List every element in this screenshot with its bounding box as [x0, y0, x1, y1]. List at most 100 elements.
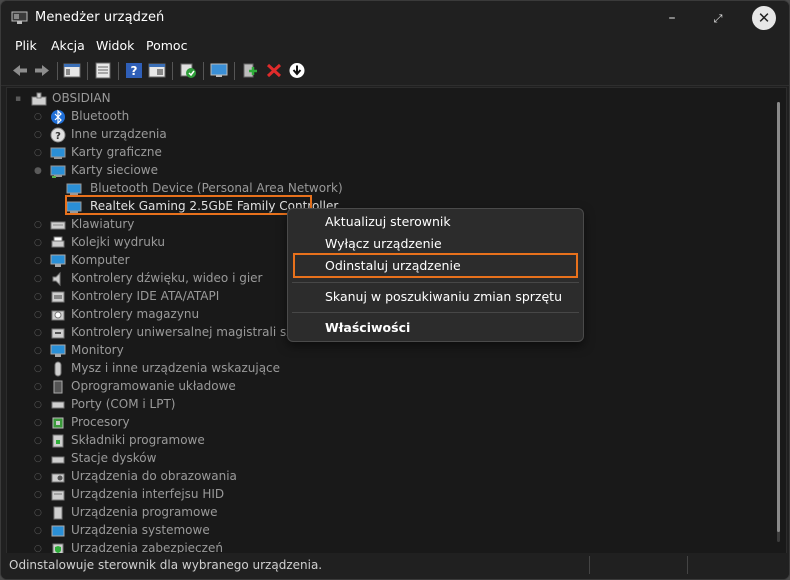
monitor-scan-icon[interactable] — [210, 62, 228, 79]
root-label: OBSIDIAN — [52, 91, 111, 105]
monitor-icon — [50, 344, 66, 357]
usb-controller-icon — [51, 328, 65, 339]
expand-toggle-icon[interactable]: ○ — [34, 256, 42, 266]
status-pane-divider — [687, 556, 688, 574]
menu-file[interactable]: Plik — [15, 38, 37, 53]
storage-controller-icon — [51, 310, 65, 321]
computer-root-icon — [31, 92, 47, 106]
expand-toggle-icon[interactable]: ○ — [34, 112, 42, 122]
tree-node-label: Porty (COM i LPT) — [71, 397, 176, 411]
tree-node-label: Kontrolery magazynu — [71, 307, 200, 321]
hid-icon — [51, 490, 65, 501]
expand-toggle-icon[interactable]: ○ — [34, 310, 42, 320]
context-properties[interactable]: Właściwości — [325, 320, 410, 335]
tree-node-label: Monitory — [71, 343, 124, 357]
minimize-button[interactable]: – — [649, 1, 695, 36]
selected-device-highlight — [65, 195, 312, 215]
back-arrow-icon[interactable] — [11, 62, 29, 79]
expand-toggle-icon[interactable]: ○ — [34, 346, 42, 356]
download-driver-icon[interactable] — [288, 62, 306, 79]
expand-toggle-icon[interactable]: ○ — [34, 148, 42, 158]
expand-toggle-icon[interactable]: ○ — [34, 328, 42, 338]
tree-node-label: Inne urządzenia — [71, 127, 167, 141]
tree-node-label: Bluetooth — [71, 109, 130, 123]
menu-view[interactable]: Widok — [96, 38, 134, 53]
bluetooth-icon — [51, 109, 65, 125]
context-update-driver[interactable]: Aktualizuj sterownik — [325, 214, 451, 229]
expanded-arrow-icon: ▪ — [15, 94, 22, 104]
question-device-icon: ? — [50, 127, 66, 143]
expand-toggle-icon[interactable]: ○ — [34, 490, 42, 500]
maximize-button[interactable]: ⤢ — [695, 1, 741, 36]
ide-controller-icon — [51, 291, 65, 303]
expand-toggle-icon[interactable]: ○ — [34, 418, 42, 428]
device-manager-window: Menedżer urządzeń – ⤢ ✕ Plik Akcja Widok… — [0, 0, 790, 580]
scrollbar-thumb[interactable] — [777, 102, 780, 532]
speaker-icon — [52, 271, 61, 287]
vertical-scrollbar[interactable] — [777, 102, 780, 542]
tree-node-label: Urządzenia systemowe — [71, 523, 210, 537]
keyboard-icon — [50, 221, 66, 230]
tree-node-label: Bluetooth Device (Personal Area Network) — [90, 181, 343, 195]
expand-toggle-icon[interactable]: ○ — [34, 238, 42, 248]
network-adapter-icon — [50, 165, 66, 178]
processor-icon — [52, 417, 64, 429]
collapse-toggle-icon[interactable]: ● — [34, 166, 42, 176]
tree-node-label: Karty graficzne — [71, 145, 162, 159]
tree-node-label: Oprogramowanie układowe — [71, 379, 236, 393]
expand-toggle-icon[interactable]: ○ — [34, 508, 42, 518]
status-pane-divider — [589, 556, 590, 574]
forward-arrow-icon[interactable] — [33, 62, 51, 79]
status-bar: Odinstalowuje sterownik dla wybranego ur… — [1, 553, 789, 579]
expand-toggle-icon[interactable]: ○ — [34, 364, 42, 374]
context-separator — [292, 312, 579, 313]
tree-node-label: Procesory — [71, 415, 130, 429]
port-icon — [51, 401, 65, 409]
tree-node-label: Urządzenia interfejsu HID — [71, 487, 225, 501]
tree-node-label: Urządzenia do obrazowania — [71, 469, 237, 483]
status-text: Odinstalowuje sterownik dla wybranego ur… — [9, 558, 323, 572]
console-tree-icon[interactable] — [63, 62, 81, 79]
close-button[interactable]: ✕ — [741, 1, 787, 36]
update-driver-icon[interactable] — [179, 62, 197, 79]
tree-node-label: Klawiatury — [71, 217, 135, 231]
close-icon: ✕ — [752, 6, 776, 30]
tree-node-label: Kontrolery IDE ATA/ATAPI — [71, 289, 220, 303]
properties-sheet-icon[interactable] — [94, 62, 112, 79]
expand-toggle-icon[interactable]: ○ — [34, 274, 42, 284]
uninstall-highlight — [293, 253, 578, 278]
expand-toggle-icon[interactable]: ○ — [34, 400, 42, 410]
tree-node-label: Stacje dysków — [71, 451, 157, 465]
tree-node-label: Kontrolery dźwięku, wideo i gier — [71, 271, 263, 285]
menu-action[interactable]: Akcja — [51, 38, 85, 53]
view-icon[interactable] — [148, 62, 166, 79]
tree-node-label: Karty sieciowe — [71, 163, 159, 177]
expand-toggle-icon[interactable]: ○ — [34, 436, 42, 446]
software-component-icon — [52, 434, 64, 448]
disk-drive-icon — [51, 456, 65, 464]
menu-help[interactable]: Pomoc — [146, 38, 187, 53]
context-disable-device[interactable]: Wyłącz urządzenie — [325, 236, 442, 251]
expand-toggle-icon[interactable]: ○ — [34, 526, 42, 536]
add-legacy-hardware-icon[interactable] — [241, 62, 259, 79]
expand-toggle-icon[interactable]: ○ — [34, 472, 42, 482]
expand-toggle-icon[interactable]: ○ — [34, 454, 42, 464]
firmware-icon — [53, 380, 63, 394]
help-icon[interactable]: ? — [125, 62, 143, 79]
expand-toggle-icon[interactable]: ○ — [34, 292, 42, 302]
expand-toggle-icon[interactable]: ○ — [34, 130, 42, 140]
tree-node-label: Składniki programowe — [71, 433, 205, 447]
toolbar: ? — [1, 57, 789, 86]
tree-node-label: Kolejki wydruku — [71, 235, 166, 249]
context-separator — [292, 282, 579, 283]
context-scan-hardware[interactable]: Skanuj w poszukiwaniu zmian sprzętu — [325, 289, 562, 304]
uninstall-x-icon[interactable] — [265, 62, 283, 79]
expand-toggle-icon[interactable]: ○ — [34, 220, 42, 230]
svg-text:?: ? — [131, 64, 138, 78]
expand-toggle-icon[interactable]: ○ — [34, 382, 42, 392]
tree-node-label: Mysz i inne urządzenia wskazujące — [71, 361, 281, 375]
printer-icon — [51, 236, 65, 248]
context-menu: Aktualizuj sterownik Wyłącz urządzenie O… — [287, 208, 584, 342]
window-title: Menedżer urządzeń — [35, 10, 165, 25]
system-device-icon — [51, 525, 65, 537]
